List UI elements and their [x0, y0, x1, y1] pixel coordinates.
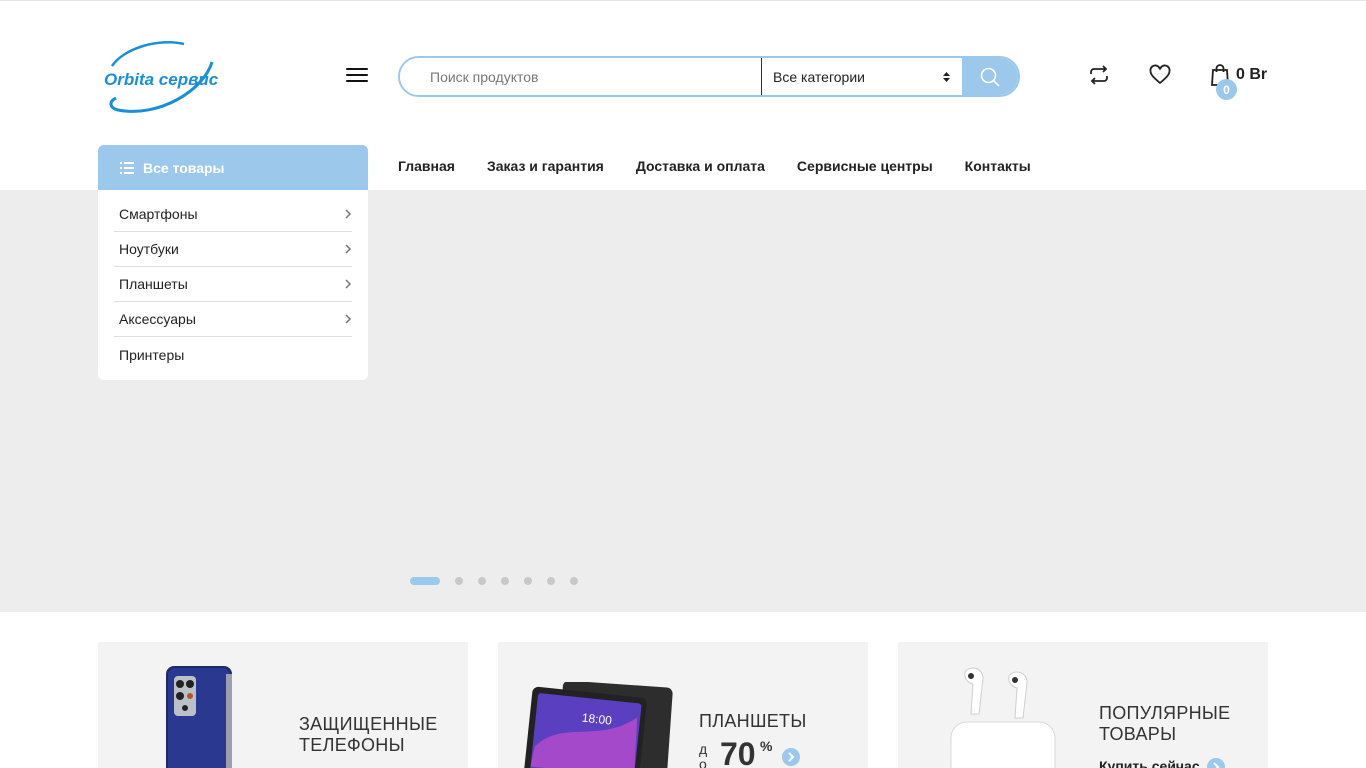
banner-discount-value: 70	[720, 736, 756, 768]
banner-title-line2: ТОВАРЫ	[1099, 724, 1177, 744]
wishlist-heart-icon[interactable]	[1149, 64, 1171, 91]
slider-dot[interactable]	[524, 577, 532, 585]
category-item-tablets[interactable]: Планшеты	[114, 267, 352, 302]
banner-rugged-phones[interactable]: ЗАЩИЩЕННЫЕ ТЕЛЕФОНЫ	[98, 642, 468, 768]
banner-title-line1: ПЛАНШЕТЫ	[699, 711, 807, 731]
banner-popular-products[interactable]: ПОПУЛЯРНЫЕ ТОВАРЫ Купить сейчас	[898, 642, 1268, 768]
logo-text: Orbita сервис	[104, 70, 218, 89]
arrow-right-circle-icon[interactable]	[782, 748, 800, 766]
top-divider	[0, 0, 1366, 1]
chevron-right-icon	[345, 314, 352, 324]
banner-tablets[interactable]: 18:00 ПЛАНШЕТЫ до 70 %	[498, 642, 868, 768]
list-icon	[120, 161, 134, 174]
earbuds-image	[950, 667, 1056, 768]
banner-discount-percent: %	[760, 738, 773, 754]
slider-dot[interactable]	[570, 577, 578, 585]
category-item-label: Принтеры	[119, 346, 185, 363]
category-item-laptops[interactable]: Ноутбуки	[114, 232, 352, 267]
select-arrows-icon	[943, 72, 950, 82]
category-item-printers[interactable]: Принтеры	[114, 337, 352, 372]
chevron-right-icon	[345, 209, 352, 219]
rugged-phone-image	[166, 666, 232, 768]
category-item-label: Смартфоны	[119, 206, 198, 222]
banner-title-line1: ЗАЩИЩЕННЫЕ	[299, 714, 438, 734]
nav-link-order-warranty[interactable]: Заказ и гарантия	[487, 158, 604, 174]
nav-link-delivery-payment[interactable]: Доставка и оплата	[636, 158, 765, 174]
category-item-accessories[interactable]: Аксессуары	[114, 302, 352, 337]
category-item-smartphones[interactable]: Смартфоны	[114, 197, 352, 232]
slider-dot[interactable]	[410, 577, 440, 585]
chevron-right-icon	[345, 244, 352, 254]
slider-dot[interactable]	[455, 577, 463, 585]
arrow-right-circle-icon[interactable]	[1207, 758, 1225, 768]
nav-link-service-centers[interactable]: Сервисные центры	[797, 158, 933, 174]
compare-icon[interactable]	[1088, 64, 1110, 91]
category-item-label: Аксессуары	[119, 311, 196, 327]
banner-cta-label[interactable]: Купить сейчас	[1099, 758, 1200, 768]
all-categories-label: Все товары	[143, 159, 225, 176]
slider-dot[interactable]	[501, 577, 509, 585]
cart-count-badge: 0	[1216, 79, 1237, 100]
tablet-image: 18:00	[524, 682, 673, 768]
slider-dot[interactable]	[478, 577, 486, 585]
search-input[interactable]	[400, 58, 761, 95]
cart-total[interactable]: 0 Br	[1236, 66, 1267, 84]
nav-link-home[interactable]: Главная	[398, 158, 455, 174]
menu-icon[interactable]	[346, 68, 368, 86]
banner-discount-prefix: до	[699, 741, 708, 768]
category-item-label: Ноутбуки	[119, 241, 179, 257]
banner-title-line2: ТЕЛЕФОНЫ	[299, 735, 405, 755]
category-item-label: Планшеты	[119, 276, 188, 292]
slider-dots	[410, 577, 593, 585]
search-icon	[980, 67, 1000, 87]
nav-link-contacts[interactable]: Контакты	[965, 158, 1031, 174]
all-categories-button[interactable]: Все товары	[98, 145, 368, 190]
slider-dot[interactable]	[547, 577, 555, 585]
chevron-right-icon	[345, 279, 352, 289]
category-select-value: Все категории	[773, 68, 865, 85]
logo[interactable]: Orbita сервис	[104, 40, 219, 116]
category-select[interactable]: Все категории	[761, 58, 962, 95]
search-bar: Все категории	[398, 56, 1020, 97]
banner-title-line1: ПОПУЛЯРНЫЕ	[1099, 703, 1231, 723]
category-menu: Смартфоны Ноутбуки Планшеты Аксессуары П…	[98, 190, 368, 380]
search-button[interactable]	[962, 58, 1018, 95]
main-nav: Главная Заказ и гарантия Доставка и опла…	[398, 158, 1063, 174]
